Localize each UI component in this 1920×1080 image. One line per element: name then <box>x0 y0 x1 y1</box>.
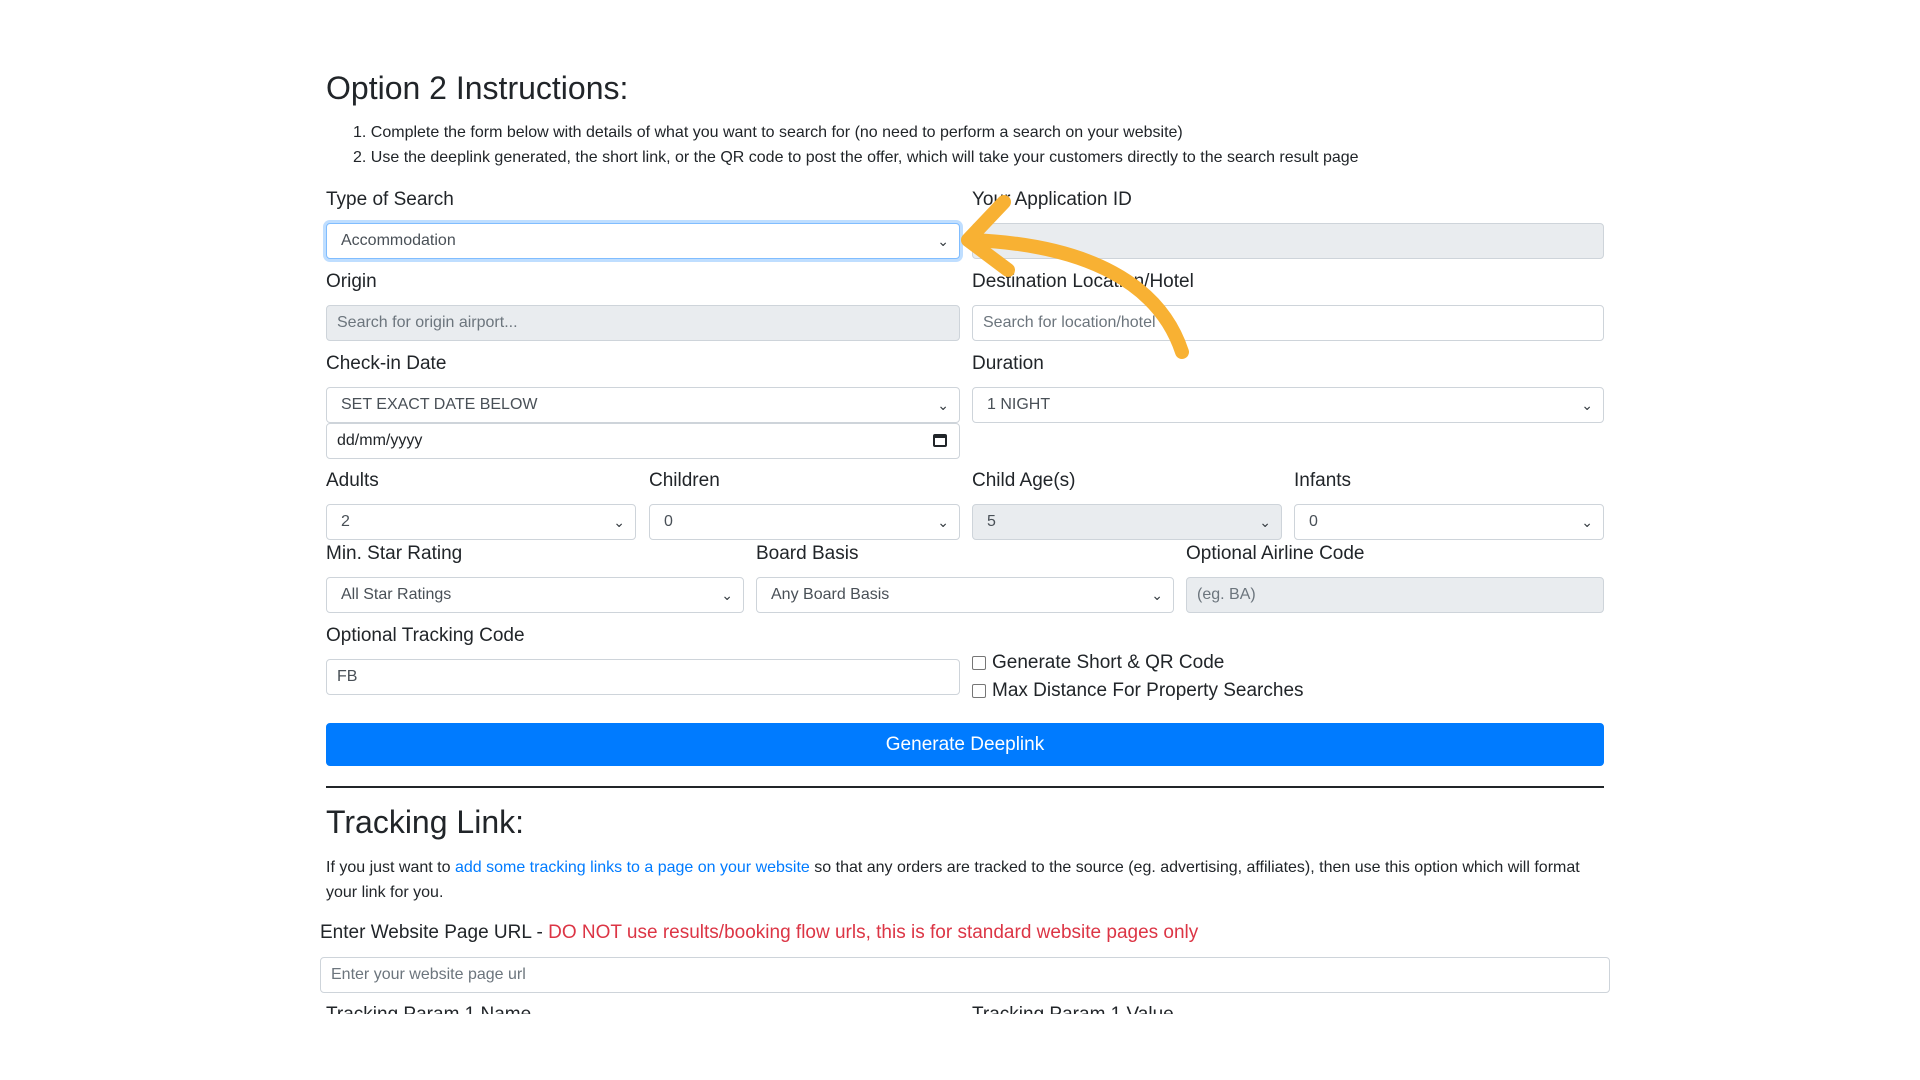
adults-label: Adults <box>326 470 379 491</box>
chevron-down-icon: ⌄ <box>937 397 949 413</box>
adults-value: 2 <box>341 513 350 530</box>
tracking-link-title: Tracking Link: <box>326 804 524 840</box>
origin-label: Origin <box>326 271 377 292</box>
airline-code-placeholder: (eg. BA) <box>1197 586 1256 603</box>
infants-value: 0 <box>1309 513 1318 530</box>
duration-select[interactable]: 1 NIGHT ⌄ <box>972 387 1604 423</box>
star-rating-label: Min. Star Rating <box>326 543 463 564</box>
calendar-icon[interactable] <box>933 434 947 447</box>
children-label: Children <box>649 470 720 491</box>
website-url-label-text: Enter Website Page URL - <box>320 922 549 943</box>
duration-value: 1 NIGHT <box>987 396 1051 413</box>
max-distance-checkbox-row[interactable]: Max Distance For Property Searches <box>972 680 1304 702</box>
infants-label: Infants <box>1294 470 1352 491</box>
star-rating-value: All Star Ratings <box>341 586 452 603</box>
tracking-help-link[interactable]: add some tracking links to a page on you… <box>455 859 810 876</box>
chevron-down-icon: ⌄ <box>613 514 625 530</box>
child-ages-value: 5 <box>987 513 996 530</box>
website-url-placeholder: Enter your website page url <box>331 966 526 983</box>
chevron-down-icon: ⌄ <box>937 514 949 530</box>
application-id-input[interactable] <box>972 223 1604 259</box>
board-basis-value: Any Board Basis <box>771 586 890 603</box>
child-ages-label: Child Age(s) <box>972 470 1076 491</box>
short-qr-label: Generate Short & QR Code <box>992 652 1225 673</box>
chevron-down-icon: ⌄ <box>721 587 733 603</box>
checkin-label: Check-in Date <box>326 353 447 374</box>
type-of-search-label: Type of Search <box>326 189 454 210</box>
short-qr-checkbox-row[interactable]: Generate Short & QR Code <box>972 652 1224 674</box>
children-value: 0 <box>664 513 673 530</box>
instruction-step-2: 2. Use the deeplink generated, the short… <box>353 149 1359 166</box>
instruction-list: 1. Complete the form below with details … <box>353 120 1593 170</box>
tracking-code-input[interactable]: FB <box>326 659 960 695</box>
infants-select[interactable]: 0 ⌄ <box>1294 504 1604 540</box>
board-basis-select[interactable]: Any Board Basis ⌄ <box>756 577 1174 613</box>
board-basis-label: Board Basis <box>756 543 859 564</box>
chevron-down-icon: ⌄ <box>1581 397 1593 413</box>
tracking-desc-pre: If you just want to <box>326 859 455 876</box>
param1-name-label: Tracking Param 1 Name <box>326 1004 531 1014</box>
airline-code-label: Optional Airline Code <box>1186 543 1365 564</box>
checkin-select[interactable]: SET EXACT DATE BELOW ⌄ <box>326 387 960 423</box>
type-of-search-value: Accommodation <box>341 232 456 249</box>
generate-deeplink-button[interactable]: Generate Deeplink <box>326 723 1604 766</box>
chevron-down-icon: ⌄ <box>1259 514 1271 530</box>
checkin-value: SET EXACT DATE BELOW <box>341 396 538 413</box>
website-url-input[interactable]: Enter your website page url <box>320 957 1610 993</box>
website-url-warning: DO NOT use results/booking flow urls, th… <box>548 922 1199 943</box>
option2-title: Option 2 Instructions: <box>326 70 629 106</box>
adults-select[interactable]: 2 ⌄ <box>326 504 636 540</box>
origin-placeholder: Search for origin airport... <box>337 314 518 331</box>
checkin-date-input[interactable]: dd/mm/yyyy <box>326 423 960 459</box>
destination-label: Destination Location/Hotel <box>972 271 1194 292</box>
child-ages-select[interactable]: 5 ⌄ <box>972 504 1282 540</box>
children-select[interactable]: 0 ⌄ <box>649 504 960 540</box>
duration-label: Duration <box>972 353 1044 374</box>
tracking-description: If you just want to add some tracking li… <box>326 855 1606 905</box>
destination-input[interactable]: Search for location/hotel <box>972 305 1604 341</box>
origin-input[interactable]: Search for origin airport... <box>326 305 960 341</box>
max-distance-checkbox[interactable] <box>972 684 986 698</box>
tracking-code-label: Optional Tracking Code <box>326 625 525 646</box>
destination-placeholder: Search for location/hotel <box>983 314 1156 331</box>
page: Option 2 Instructions: 1. Complete the f… <box>0 0 1920 1080</box>
type-of-search-select[interactable]: Accommodation ⌄ <box>326 223 960 259</box>
divider <box>326 786 1604 788</box>
chevron-down-icon: ⌄ <box>937 233 949 249</box>
application-id-label: Your Application ID <box>972 189 1132 210</box>
chevron-down-icon: ⌄ <box>1151 587 1163 603</box>
param1-value-label: Tracking Param 1 Value <box>972 1004 1174 1014</box>
airline-code-input[interactable]: (eg. BA) <box>1186 577 1604 613</box>
instruction-step-1: 1. Complete the form below with details … <box>353 124 1183 141</box>
star-rating-select[interactable]: All Star Ratings ⌄ <box>326 577 744 613</box>
chevron-down-icon: ⌄ <box>1581 514 1593 530</box>
tracking-code-value: FB <box>337 668 358 685</box>
website-url-label: Enter Website Page URL - DO NOT use resu… <box>320 922 1198 944</box>
short-qr-checkbox[interactable] <box>972 656 986 670</box>
checkin-date-placeholder: dd/mm/yyyy <box>337 432 423 449</box>
max-distance-label: Max Distance For Property Searches <box>992 680 1304 701</box>
